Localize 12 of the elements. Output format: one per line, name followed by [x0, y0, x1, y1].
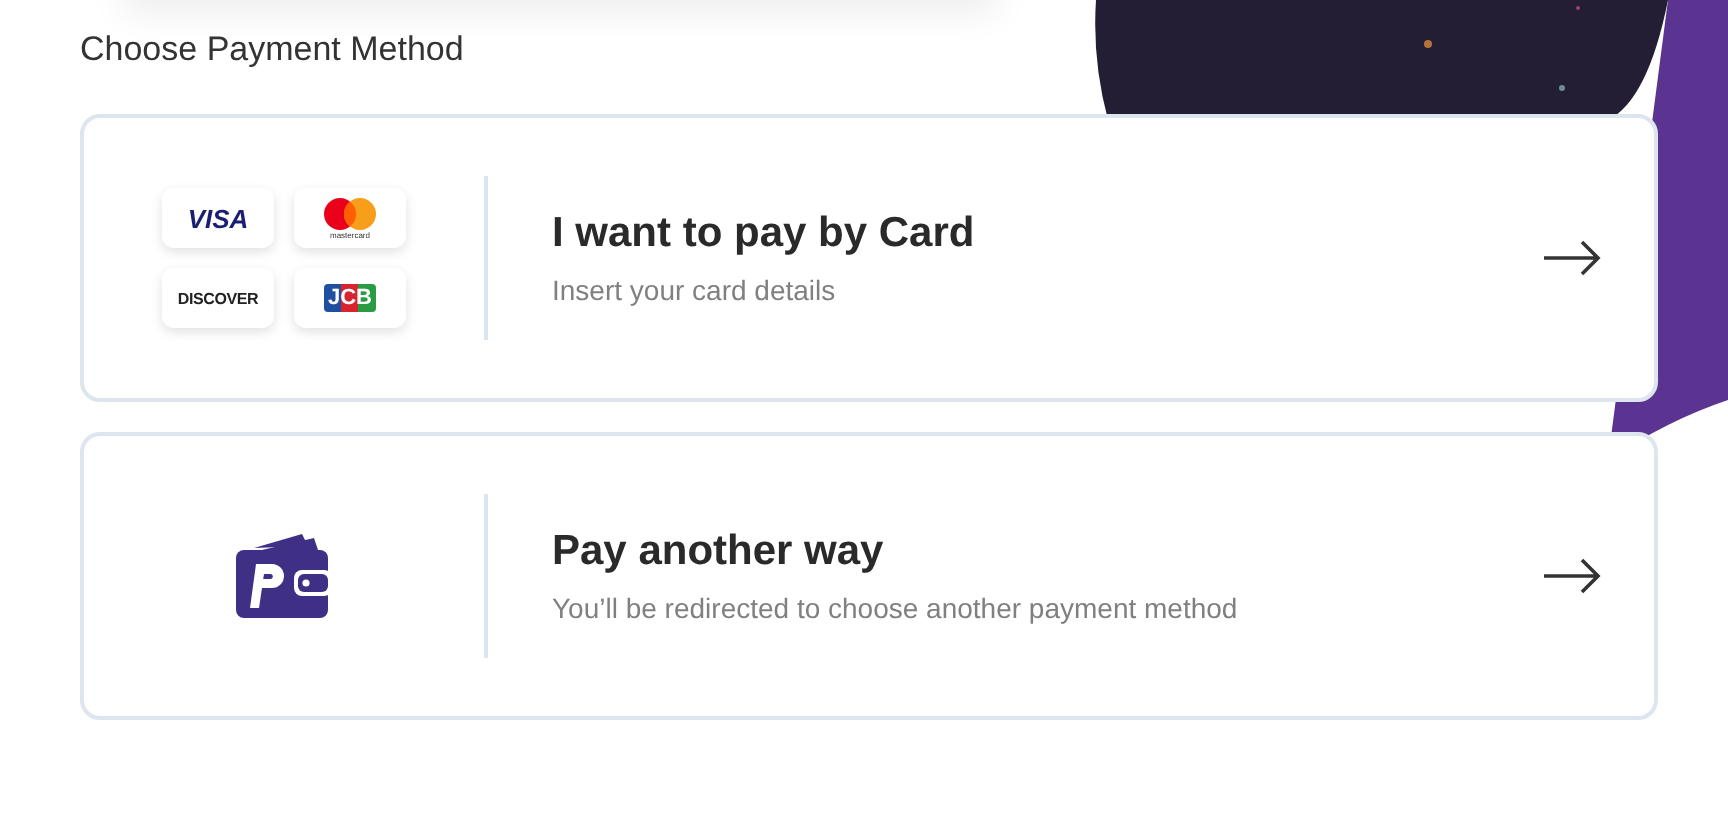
payment-option-card[interactable]: Pay another way You’ll be redirected to choose another payment method — [80, 432, 1658, 720]
wallet-icon — [234, 532, 334, 620]
circles-icon — [324, 197, 376, 229]
option-title: Pay another way — [552, 528, 886, 576]
section-heading: Choose Payment Method — [80, 28, 466, 72]
arrow-right-icon — [1542, 558, 1602, 594]
logo-text: DISCOVER — [177, 289, 259, 307]
arrow-right-icon — [1542, 240, 1602, 276]
option-title: I want to pay by Card — [552, 210, 977, 258]
option-subtitle: Insert your card details — [552, 274, 838, 306]
option-subtitle: You’ll be redirected to choose another payment method — [552, 592, 1240, 624]
logo-text: VISA — [187, 203, 249, 233]
